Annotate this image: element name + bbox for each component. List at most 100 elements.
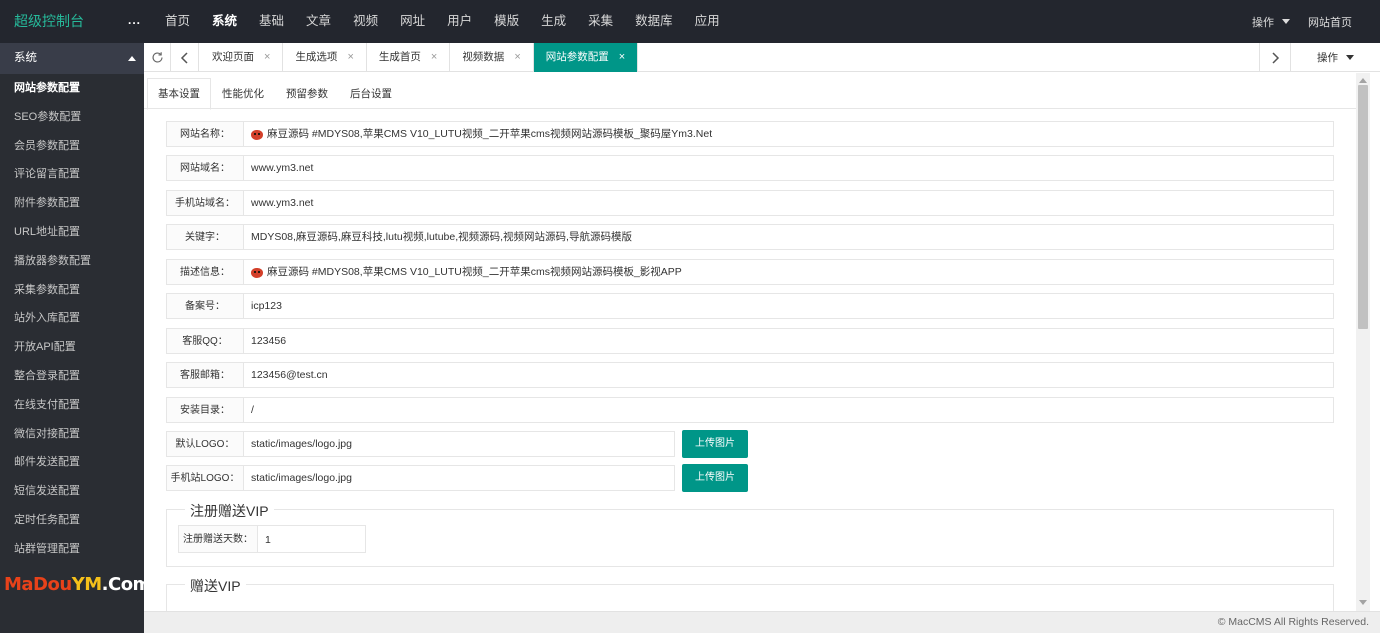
page-tabs: 欢迎页面 × 生成选项 × 生成首页 × 视频数据 × 网站参数配置 ×: [200, 43, 639, 72]
nav-item-collect[interactable]: 采集: [588, 0, 613, 43]
tab-label: 视频数据: [462, 51, 505, 63]
scroll-up-icon[interactable]: [1359, 78, 1367, 83]
scroll-thumb[interactable]: [1358, 85, 1368, 329]
sidebar-item-seo-config[interactable]: SEO参数配置: [0, 103, 144, 132]
content-scrollbar[interactable]: [1356, 73, 1370, 611]
tab-video-data[interactable]: 视频数据 ×: [450, 43, 534, 72]
sidebar-item-comment-config[interactable]: 评论留言配置: [0, 160, 144, 189]
site-home-link[interactable]: 网站首页: [1308, 14, 1352, 30]
reg-vip-days-row: 注册赠送天数： 1: [178, 525, 366, 553]
form-row-qq: 客服QQ： 123456: [166, 328, 1334, 354]
site-domain-input[interactable]: www.ym3.net: [244, 155, 1334, 181]
description-label: 描述信息：: [166, 259, 244, 285]
description-input[interactable]: 麻豆源码 #MDYS08,苹果CMS V10_LUTU视频_二开苹果cms视频网…: [244, 259, 1334, 285]
sidebar-item-login-config[interactable]: 整合登录配置: [0, 362, 144, 391]
form-row-logo: 默认LOGO： static/images/logo.jpg: [166, 431, 676, 457]
close-icon[interactable]: ×: [347, 43, 353, 72]
subtab-performance[interactable]: 性能优化: [211, 73, 275, 109]
subtab-admin[interactable]: 后台设置: [339, 73, 403, 109]
mobile-logo-label: 手机站LOGO：: [166, 465, 244, 491]
sidebar-item-api-config[interactable]: 开放API配置: [0, 333, 144, 362]
sidebar-item-sms-config[interactable]: 短信发送配置: [0, 477, 144, 506]
nav-item-database[interactable]: 数据库: [635, 0, 673, 43]
nav-item-basic[interactable]: 基础: [259, 0, 284, 43]
form-row-keywords: 关键字： MDYS08,麻豆源码,麻豆科技,lutu视频,lutube,视频源码…: [166, 224, 1334, 250]
close-icon[interactable]: ×: [514, 43, 520, 72]
sidebar-item-timer-config[interactable]: 定时任务配置: [0, 506, 144, 535]
mobile-logo-input[interactable]: static/images/logo.jpg: [244, 465, 675, 491]
tabs-operate-dropdown[interactable]: 操作: [1290, 43, 1380, 72]
form-row-description: 描述信息： 麻豆源码 #MDYS08,苹果CMS V10_LUTU视频_二开苹果…: [166, 259, 1334, 285]
nav-item-system[interactable]: 系统: [212, 0, 237, 43]
site-domain-label: 网站域名：: [166, 155, 244, 181]
install-dir-input[interactable]: /: [244, 397, 1334, 423]
nav-item-generate[interactable]: 生成: [541, 0, 566, 43]
watermark-part-2: YM: [71, 574, 102, 595]
close-icon[interactable]: ×: [431, 43, 437, 72]
gift-vip-legend: 赠送VIP: [185, 576, 246, 596]
caret-down-icon: [1346, 55, 1354, 60]
tab-label: 网站参数配置: [545, 51, 609, 63]
site-name-input[interactable]: 麻豆源码 #MDYS08,苹果CMS V10_LUTU视频_二开苹果cms视频网…: [244, 121, 1334, 147]
sidebar-item-site-config[interactable]: 网站参数配置: [0, 74, 144, 103]
sidebar-item-sitegroup-config[interactable]: 站群管理配置: [0, 535, 144, 564]
watermark-logo: MaDouYM.Com: [4, 574, 151, 595]
tab-label: 欢迎页面: [212, 51, 254, 63]
email-input[interactable]: 123456@test.cn: [244, 362, 1334, 388]
top-header: 超级控制台 ... 首页 系统 基础 文章 视频 网址 用户 模版 生成 采集 …: [0, 0, 1380, 43]
nav-item-user[interactable]: 用户: [447, 0, 472, 43]
sidebar-item-url-config[interactable]: URL地址配置: [0, 218, 144, 247]
nav-item-url[interactable]: 网址: [400, 0, 425, 43]
nav-item-template[interactable]: 模版: [494, 0, 519, 43]
gift-vip-fieldset: 赠送VIP: [166, 576, 1334, 611]
logo-input[interactable]: static/images/logo.jpg: [244, 431, 675, 457]
operate-dropdown[interactable]: 操作: [1252, 14, 1290, 30]
qq-input[interactable]: 123456: [244, 328, 1334, 354]
scroll-down-icon[interactable]: [1359, 600, 1367, 605]
chevron-right-icon[interactable]: [1259, 43, 1290, 72]
sidebar-group-label: 系统: [14, 52, 37, 64]
nav-item-article[interactable]: 文章: [306, 0, 331, 43]
menu-toggle-icon[interactable]: ...: [128, 13, 141, 27]
mobile-domain-input[interactable]: www.ym3.net: [244, 190, 1334, 216]
nav-item-video[interactable]: 视频: [353, 0, 378, 43]
tab-site-config[interactable]: 网站参数配置 ×: [533, 43, 639, 72]
tab-welcome[interactable]: 欢迎页面 ×: [200, 43, 284, 72]
tab-generate-home[interactable]: 生成首页 ×: [367, 43, 451, 72]
description-value: 麻豆源码 #MDYS08,苹果CMS V10_LUTU视频_二开苹果cms视频网…: [267, 266, 682, 278]
tab-generate-options[interactable]: 生成选项 ×: [283, 43, 367, 72]
upload-mobile-logo-button[interactable]: 上传图片: [682, 464, 748, 492]
sidebar-item-collect-config[interactable]: 采集参数配置: [0, 276, 144, 305]
close-icon[interactable]: ×: [264, 43, 270, 72]
nav-item-home[interactable]: 首页: [165, 0, 190, 43]
sidebar-item-import-config[interactable]: 站外入库配置: [0, 304, 144, 333]
sidebar-item-player-config[interactable]: 播放器参数配置: [0, 247, 144, 276]
icp-input[interactable]: icp123: [244, 293, 1334, 319]
keywords-input[interactable]: MDYS08,麻豆源码,麻豆科技,lutu视频,lutube,视频源码,视频网站…: [244, 224, 1334, 250]
logo-label: 默认LOGO：: [166, 431, 244, 457]
chevron-left-icon[interactable]: [172, 43, 199, 72]
sidebar-item-attachment-config[interactable]: 附件参数配置: [0, 189, 144, 218]
keywords-label: 关键字：: [166, 224, 244, 250]
subtab-basic[interactable]: 基本设置: [147, 73, 211, 110]
sidebar-item-email-config[interactable]: 邮件发送配置: [0, 448, 144, 477]
close-icon[interactable]: ×: [619, 43, 625, 72]
form-row-site-name: 网站名称： 麻豆源码 #MDYS08,苹果CMS V10_LUTU视频_二开苹果…: [166, 121, 1334, 147]
upload-logo-button[interactable]: 上传图片: [682, 430, 748, 458]
form-row-email: 客服邮箱： 123456@test.cn: [166, 362, 1334, 388]
refresh-icon[interactable]: [144, 43, 171, 72]
reg-vip-days-input[interactable]: 1: [258, 525, 366, 553]
tab-label: 生成首页: [378, 51, 421, 63]
app-logo[interactable]: 超级控制台: [0, 0, 144, 43]
tabs-right-controls: 操作: [1259, 43, 1380, 72]
tab-label: 生成选项: [295, 51, 338, 63]
nav-item-apps[interactable]: 应用: [695, 0, 720, 43]
form-row-mobile-domain: 手机站域名： www.ym3.net: [166, 190, 1334, 216]
subtab-reserved[interactable]: 预留参数: [275, 73, 339, 109]
sidebar-group-system[interactable]: 系统: [0, 43, 144, 74]
reg-vip-legend: 注册赠送VIP: [185, 501, 274, 521]
sidebar-item-pay-config[interactable]: 在线支付配置: [0, 391, 144, 420]
sidebar-item-member-config[interactable]: 会员参数配置: [0, 132, 144, 161]
sidebar-item-wechat-config[interactable]: 微信对接配置: [0, 420, 144, 449]
settings-tabs: 基本设置 性能优化 预留参数 后台设置: [144, 73, 1356, 110]
